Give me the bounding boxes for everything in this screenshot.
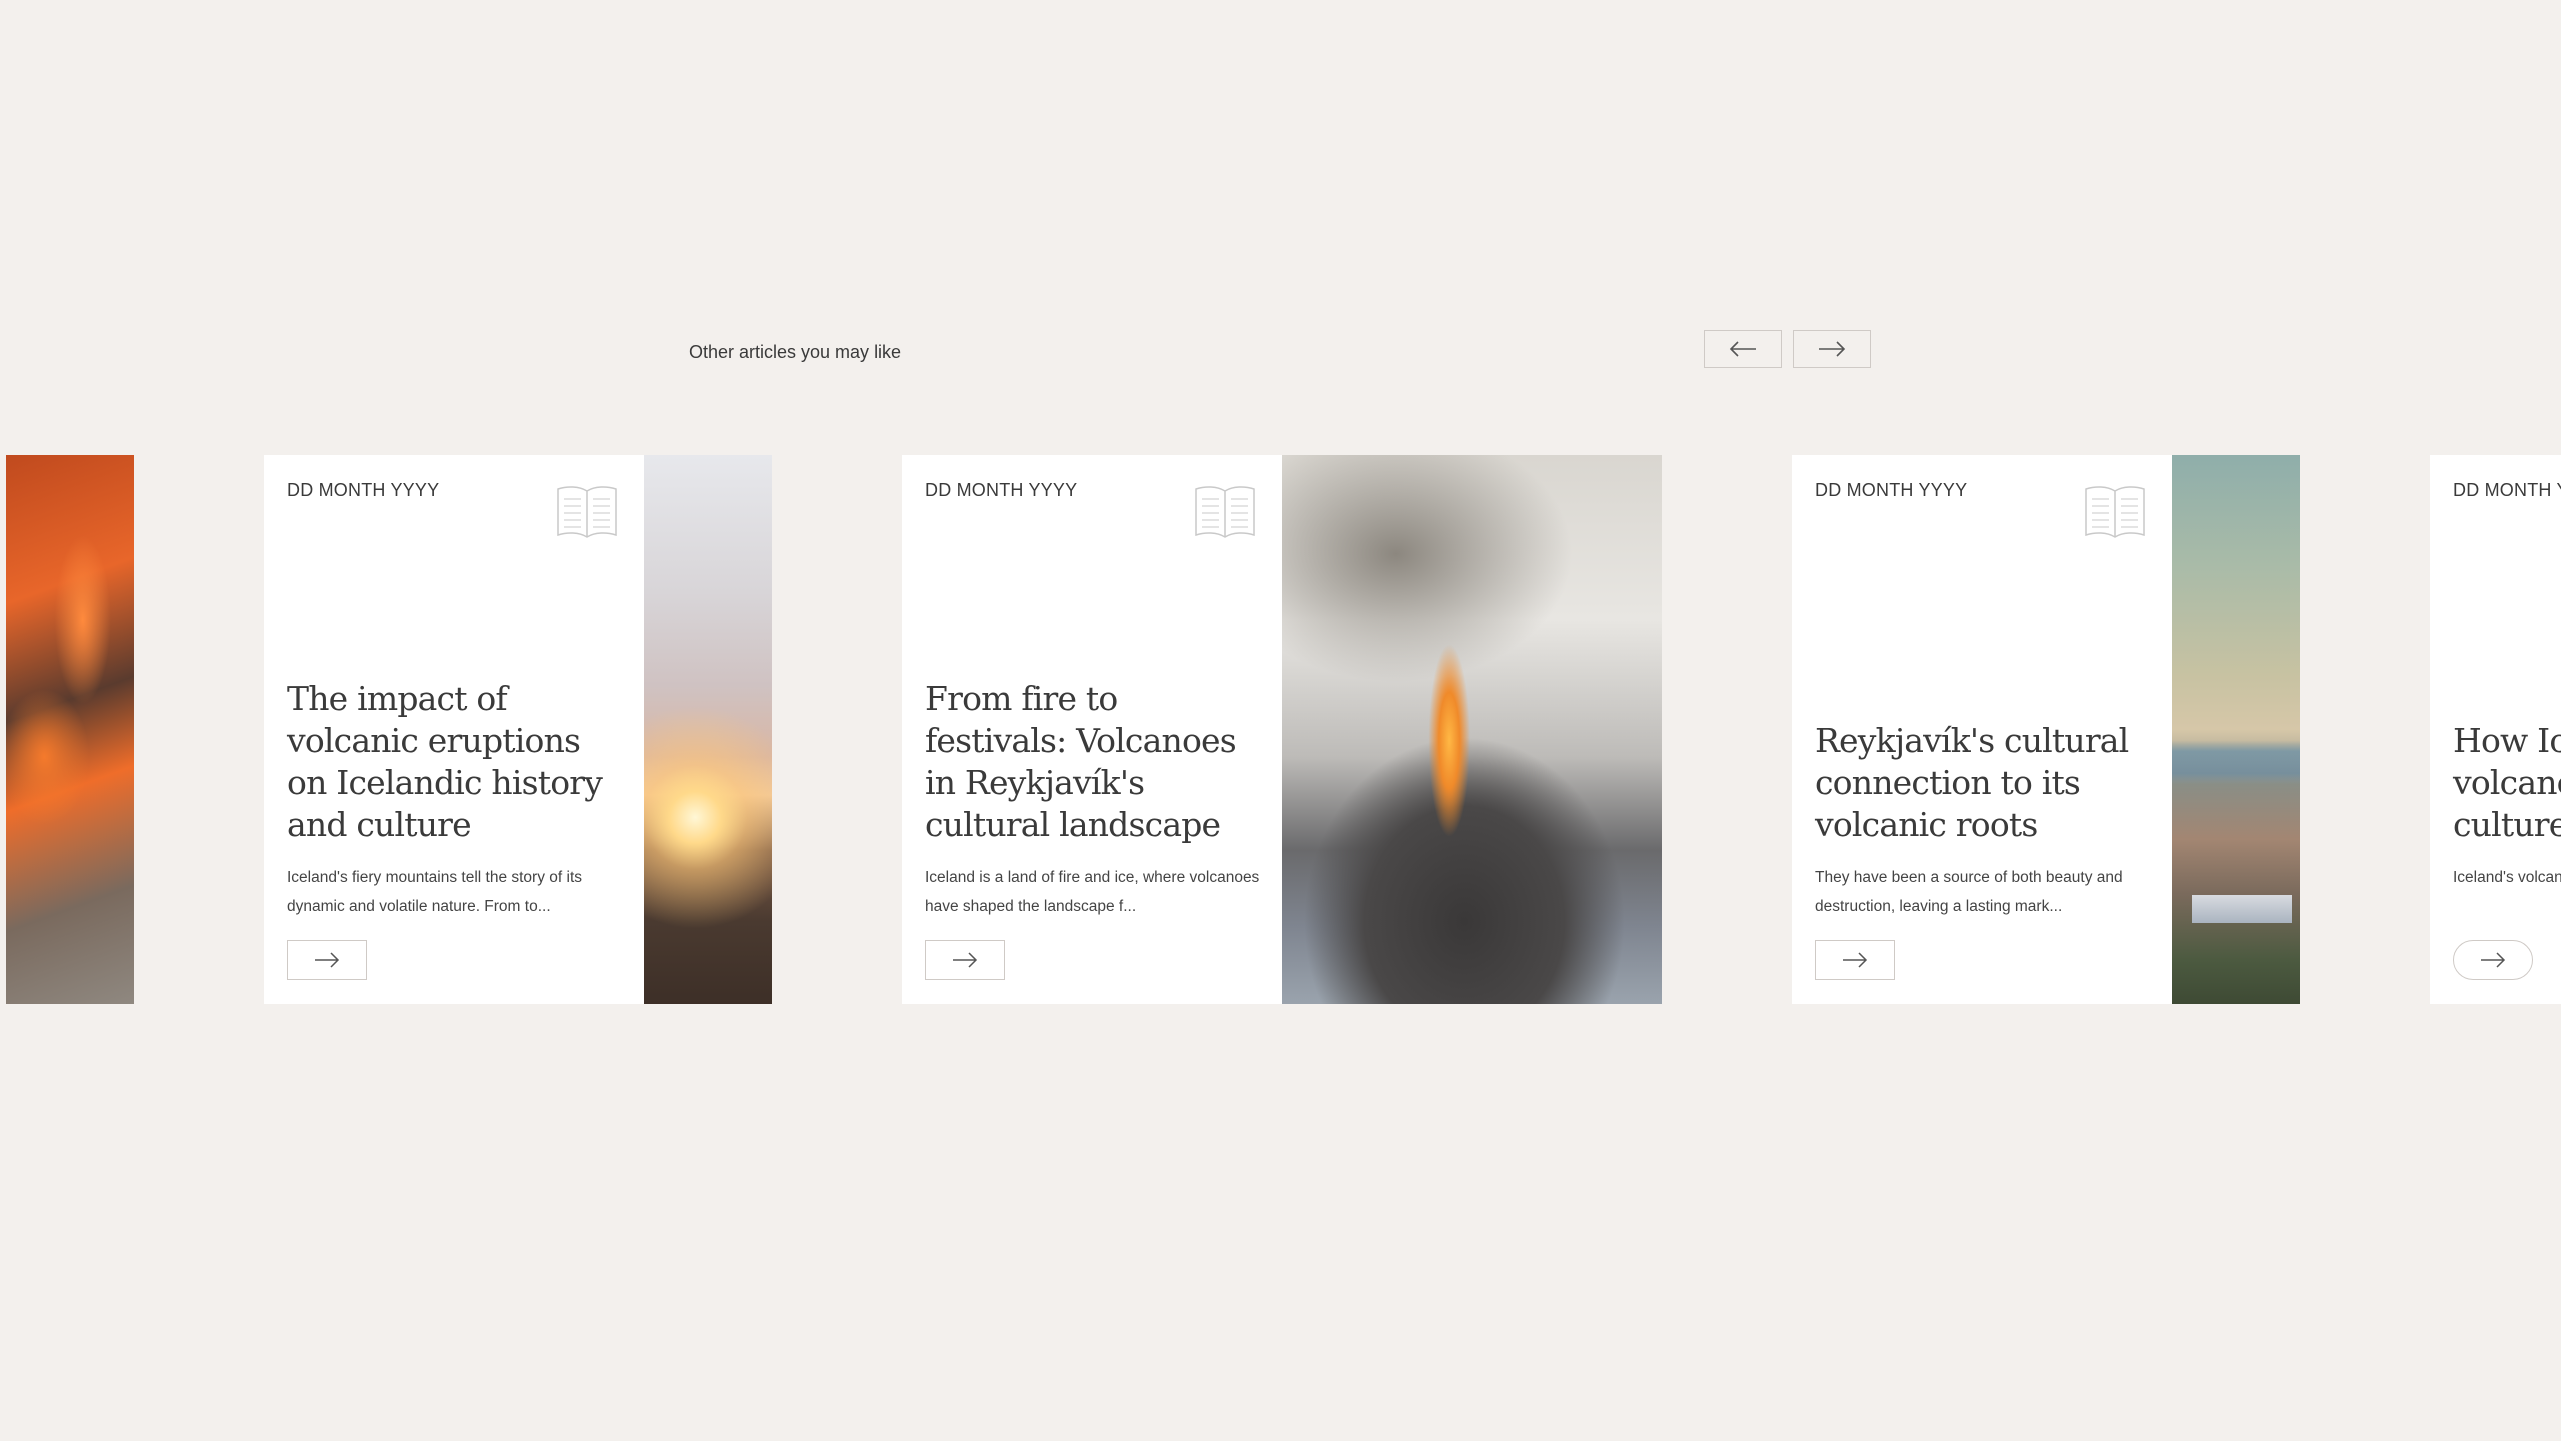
sunset-mountains-image xyxy=(644,455,772,1004)
read-more-button[interactable] xyxy=(925,940,1005,980)
read-more-button[interactable] xyxy=(1815,940,1895,980)
article-card-partial-right[interactable]: DD MONTH YYYY How Icelandic volcanoes sh… xyxy=(2430,455,2561,1004)
arrow-right-icon xyxy=(953,952,978,968)
open-book-icon xyxy=(2085,486,2145,538)
erupting-volcano-image xyxy=(1282,455,1662,1004)
article-card[interactable]: DD MONTH YYYY Reykjavík's cultural conne… xyxy=(1792,455,2300,1004)
article-excerpt: Iceland's volcanoes have been inspiring … xyxy=(2453,869,2561,886)
article-card-body: DD MONTH YYYY How Icelandic volcanoes sh… xyxy=(2430,455,2561,1004)
read-more-button[interactable] xyxy=(287,940,367,980)
article-card-body: DD MONTH YYYY From fire to festivals: Vo… xyxy=(902,455,1282,1004)
open-book-icon xyxy=(1195,486,1255,538)
reykjavik-city-image xyxy=(2172,455,2300,1004)
article-title[interactable]: From fire to festivals: Volcanoes in Rey… xyxy=(925,678,1264,846)
carousel-prev-button[interactable] xyxy=(1704,330,1782,368)
read-more-button[interactable] xyxy=(2453,940,2533,980)
article-card[interactable]: DD MONTH YYYY From fire to festivals: Vo… xyxy=(902,455,1662,1004)
article-card-body: DD MONTH YYYY The impact of volcanic eru… xyxy=(264,455,644,1004)
article-excerpt: Iceland is a land of fire and ice, where… xyxy=(925,869,1260,915)
article-date: DD MONTH YYYY xyxy=(2453,480,2561,500)
article-excerpt: Iceland's fiery mountains tell the story… xyxy=(287,869,583,915)
article-title[interactable]: Reykjavík's cultural connection to its v… xyxy=(1815,720,2154,846)
article-card-body: DD MONTH YYYY Reykjavík's cultural conne… xyxy=(1792,455,2172,1004)
building-shape xyxy=(2192,895,2292,923)
article-excerpt: They have been a source of both beauty a… xyxy=(1815,869,2123,915)
carousel-next-button[interactable] xyxy=(1793,330,1871,368)
articles-carousel-page: Other articles you may like DD MONTH YYY… xyxy=(0,0,2561,1441)
article-card[interactable]: DD MONTH YYYY The impact of volcanic eru… xyxy=(264,455,772,1004)
arrow-right-icon xyxy=(1819,341,1846,357)
article-title[interactable]: How Icelandic volcanoes shape its cultur… xyxy=(2453,720,2561,846)
arrow-right-icon xyxy=(2481,952,2506,968)
section-heading: Other articles you may like xyxy=(689,342,902,362)
arrow-right-icon xyxy=(1843,952,1868,968)
article-card-partial-left[interactable] xyxy=(6,455,134,1004)
open-book-icon xyxy=(557,486,617,538)
article-title[interactable]: The impact of volcanic eruptions on Icel… xyxy=(287,678,626,846)
arrow-left-icon xyxy=(1729,341,1756,357)
arrow-right-icon xyxy=(315,952,340,968)
lava-flow-image xyxy=(6,455,134,1004)
